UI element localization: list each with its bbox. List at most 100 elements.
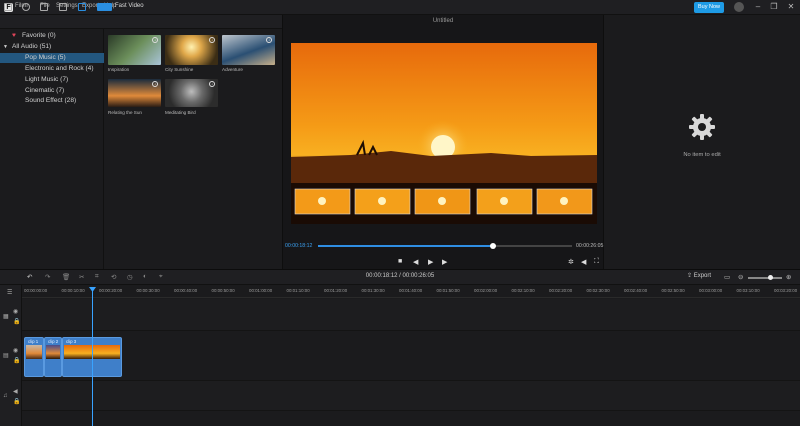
- download-icon[interactable]: ↓: [152, 37, 158, 43]
- transition-icon[interactable]: [59, 3, 67, 11]
- fast-video-label[interactable]: Fast Video: [115, 3, 144, 9]
- crop-icon[interactable]: ⌗: [95, 273, 99, 281]
- tree-item-label: Sound Effect (28): [25, 97, 77, 104]
- video-track[interactable]: [22, 331, 800, 381]
- ruler-tick-label: 00:00:10:00: [61, 288, 85, 293]
- tree-item-all-audio[interactable]: ▼ All Audio (51): [0, 42, 104, 52]
- media-label: Meditating Bird: [165, 110, 196, 115]
- ruler-tick-label: 00:01:00:00: [249, 288, 273, 293]
- media-grid: ↓ Inspiration ↓ City Sunshine ↓ Adventur…: [104, 29, 282, 269]
- tree-item-sound-effect[interactable]: Sound Effect (28): [0, 96, 104, 106]
- export-label: Export: [693, 273, 712, 279]
- ruler-tick-label: 00:02:20:00: [549, 288, 573, 293]
- tree-item-pop-music[interactable]: Pop Music (5): [0, 53, 104, 63]
- ruler-tick-label: 00:00:50:00: [211, 288, 235, 293]
- speed-icon[interactable]: ◷: [127, 273, 133, 281]
- fast-video-icon[interactable]: [97, 3, 112, 11]
- properties-panel: [604, 15, 800, 269]
- ruler-tick-label: 00:00:40:00: [174, 288, 198, 293]
- effects-icon[interactable]: [78, 3, 86, 11]
- ruler-tick-label: 00:03:00:00: [699, 288, 723, 293]
- ruler-tick-label: 00:01:40:00: [399, 288, 423, 293]
- lock-icon[interactable]: 🔒: [13, 357, 20, 364]
- ruler-tick-label: 00:00:00:00: [24, 288, 48, 293]
- eye-icon[interactable]: ◉: [13, 347, 18, 354]
- tree-item-label: All Audio (51): [12, 43, 52, 50]
- tracks-menu-icon[interactable]: ☰: [7, 289, 12, 296]
- lock-icon[interactable]: 🔒: [13, 398, 20, 405]
- text-icon[interactable]: [40, 3, 48, 11]
- undo-icon[interactable]: ↶: [27, 273, 32, 281]
- lock-icon[interactable]: 🔒: [13, 318, 20, 325]
- fullscreen-icon[interactable]: ⛶: [594, 258, 599, 266]
- empty-properties-text: No item to edit: [683, 152, 721, 158]
- audio-track[interactable]: [22, 381, 800, 411]
- rotate-icon[interactable]: ⟲: [111, 273, 116, 281]
- tree-item-label: Cinematic (7): [25, 87, 65, 94]
- download-icon[interactable]: ↓: [266, 37, 272, 43]
- clip-label: clip 2: [48, 339, 59, 344]
- caret-down-icon: ▼: [3, 44, 8, 50]
- play-icon[interactable]: ▶: [428, 258, 433, 266]
- sunset-frame: [291, 43, 597, 224]
- ruler-tick-label: 00:02:50:00: [661, 288, 685, 293]
- zoom-in-icon[interactable]: ⊕: [786, 273, 791, 281]
- ruler-tick-label: 00:02:30:00: [586, 288, 610, 293]
- redo-icon[interactable]: ↷: [45, 273, 50, 281]
- project-title: Untitled: [432, 18, 454, 24]
- marker-icon[interactable]: ⌖: [159, 273, 163, 281]
- zoom-handle[interactable]: [768, 275, 773, 280]
- export-button[interactable]: ⇪ Export: [687, 272, 711, 279]
- video-preview: [291, 43, 597, 224]
- tree-item-light-music[interactable]: Light Music (7): [0, 75, 104, 85]
- step-forward-icon[interactable]: ▶: [442, 258, 447, 266]
- tree-item-electronic-rock[interactable]: Electronic and Rock (4): [0, 64, 104, 74]
- ruler-tick-label: 00:02:10:00: [511, 288, 535, 293]
- buy-now-button[interactable]: Buy Now: [694, 2, 724, 13]
- restore-icon[interactable]: ❐: [769, 2, 779, 12]
- export-icon: ⇪: [687, 273, 694, 279]
- media-label: Inspiration: [108, 67, 130, 72]
- heart-icon: ♥: [12, 32, 16, 39]
- timeline-time: 00:00:18:12 / 00:00:26:05: [365, 273, 435, 279]
- gear-icon: [689, 114, 715, 140]
- delete-icon[interactable]: 🗑: [62, 273, 70, 281]
- ruler-tick-label: 00:03:10:00: [736, 288, 760, 293]
- timeline-clip[interactable]: clip 2: [44, 337, 62, 377]
- volume-icon[interactable]: ◀: [581, 258, 586, 266]
- tree-item-favorite[interactable]: ♥ Favorite (0): [0, 31, 104, 41]
- ruler-tick-label: 00:02:40:00: [624, 288, 648, 293]
- download-icon[interactable]: ↓: [209, 37, 215, 43]
- minimize-icon[interactable]: –: [753, 2, 763, 12]
- video-track-icon: ▤: [3, 353, 9, 359]
- stop-icon[interactable]: ■: [398, 258, 402, 265]
- download-icon[interactable]: ↓: [152, 81, 158, 87]
- ruler-tick-label: 00:00:20:00: [99, 288, 123, 293]
- avatar[interactable]: [734, 2, 744, 12]
- timeline-clip[interactable]: clip 1: [24, 337, 44, 377]
- settings-icon[interactable]: ✲: [568, 258, 574, 266]
- tree-item-cinematic[interactable]: Cinematic (7): [0, 86, 104, 96]
- overlay-track-icon: ▦: [3, 314, 9, 320]
- seek-handle[interactable]: [490, 243, 496, 249]
- step-back-icon[interactable]: ◀: [413, 258, 418, 266]
- audio-icon[interactable]: [22, 3, 30, 11]
- zoom-out-icon[interactable]: ⊖: [738, 273, 743, 281]
- playhead[interactable]: [92, 287, 93, 426]
- close-icon[interactable]: ✕: [786, 2, 796, 12]
- clip-thumbnails: [26, 345, 42, 359]
- fit-icon[interactable]: ▭: [724, 273, 730, 281]
- eye-icon[interactable]: ◉: [13, 308, 18, 315]
- download-icon[interactable]: ↓: [209, 81, 215, 87]
- tree-item-label: Pop Music (5): [25, 54, 66, 61]
- media-label: Adventure: [222, 67, 243, 72]
- color-icon[interactable]: ◐: [143, 273, 147, 280]
- split-icon[interactable]: ✂: [79, 273, 84, 281]
- clip-thumbnails: [46, 345, 60, 359]
- ruler-tick-label: 00:00:30:00: [136, 288, 160, 293]
- media-library-icon[interactable]: [4, 3, 12, 11]
- volume-icon[interactable]: ◀: [13, 388, 18, 395]
- overlay-track[interactable]: [22, 299, 800, 331]
- zoom-slider[interactable]: [748, 277, 782, 279]
- media-label: City Sunshine: [165, 67, 194, 72]
